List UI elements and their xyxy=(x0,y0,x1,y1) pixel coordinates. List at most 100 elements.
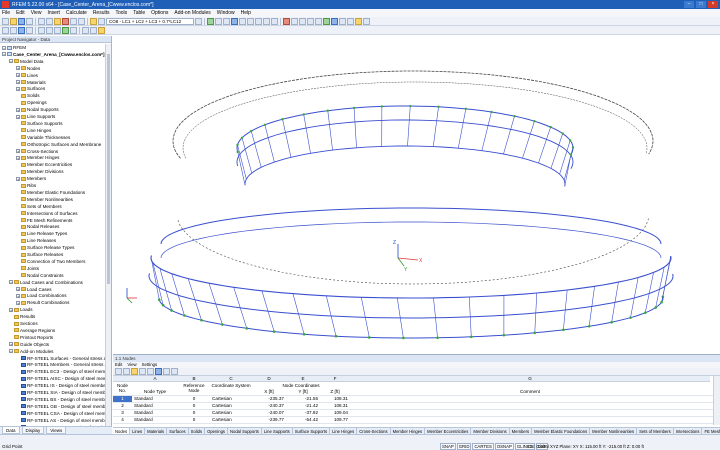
select-icon[interactable] xyxy=(291,17,298,25)
tab-views[interactable]: Views xyxy=(46,427,67,434)
table-sort-icon[interactable] xyxy=(171,368,178,375)
expand-toggle-icon[interactable]: − xyxy=(9,349,13,354)
view-y-icon[interactable] xyxy=(247,17,254,25)
table-icon[interactable] xyxy=(70,17,77,25)
table-cell-sys[interactable]: Cartesian xyxy=(212,410,252,416)
expand-toggle-icon[interactable]: + xyxy=(16,293,20,298)
table-cell-z[interactable]: 108.31 xyxy=(320,396,348,402)
expand-toggle-icon[interactable]: + xyxy=(16,66,20,71)
expand-toggle-icon[interactable]: + xyxy=(16,300,20,305)
minimize-button[interactable]: – xyxy=(684,1,694,8)
expand-toggle-icon[interactable]: + xyxy=(9,342,13,347)
expand-toggle-icon[interactable]: − xyxy=(9,280,13,285)
cartes-toggle[interactable]: CARTES xyxy=(472,443,494,450)
table-cell-ref[interactable]: 0 xyxy=(178,410,210,416)
open-folder-icon[interactable] xyxy=(10,17,17,25)
surface-icon[interactable] xyxy=(347,17,354,25)
guide-icon[interactable] xyxy=(98,26,105,34)
menu-options[interactable]: Options xyxy=(151,10,168,16)
table-pick-icon[interactable] xyxy=(131,368,138,375)
snap-toggle[interactable]: SNAP xyxy=(440,443,456,450)
measure-icon[interactable] xyxy=(38,26,45,34)
grid-toggle[interactable]: GRID xyxy=(456,443,472,450)
expand-toggle-icon[interactable]: − xyxy=(9,59,13,64)
menu-table[interactable]: Table xyxy=(133,10,145,16)
menu-edit[interactable]: Edit xyxy=(16,10,25,16)
table-cell-type[interactable]: Standard xyxy=(134,417,178,423)
table-cell-x[interactable]: -235.37 xyxy=(252,396,284,402)
expand-toggle-icon[interactable]: − xyxy=(2,52,6,57)
zoom-icon[interactable] xyxy=(78,17,85,25)
osnap-toggle[interactable]: OSNAP xyxy=(494,443,514,450)
table-cell-ref[interactable]: 0 xyxy=(178,396,210,402)
menu-file[interactable]: File xyxy=(2,10,10,16)
menu-view[interactable]: View xyxy=(31,10,42,16)
results-icon[interactable] xyxy=(62,17,69,25)
expand-toggle-icon[interactable]: + xyxy=(16,107,20,112)
copy-icon[interactable] xyxy=(18,26,25,34)
show-results-icon[interactable] xyxy=(90,17,97,25)
table-cell-y[interactable]: -37.92 xyxy=(286,410,318,416)
table-export-icon[interactable] xyxy=(155,368,162,375)
undo-icon[interactable] xyxy=(38,17,45,25)
table-cell-no[interactable]: 3 xyxy=(113,410,132,416)
node-icon[interactable] xyxy=(323,17,330,25)
expand-toggle-icon[interactable]: + xyxy=(16,287,20,292)
table-cell-no[interactable]: 4 xyxy=(113,417,132,423)
expand-toggle-icon[interactable]: − xyxy=(2,45,6,50)
print-icon[interactable] xyxy=(26,17,33,25)
member-results-icon[interactable] xyxy=(215,17,222,25)
table-undo-icon[interactable] xyxy=(115,368,122,375)
expand-toggle-icon[interactable]: + xyxy=(16,149,20,154)
table-insert-row-icon[interactable] xyxy=(139,368,146,375)
render-icon[interactable] xyxy=(271,17,278,25)
menu-calculate[interactable]: Calculate xyxy=(66,10,87,16)
table-cell-x[interactable]: -240.07 xyxy=(252,410,284,416)
grid-icon[interactable] xyxy=(82,26,89,34)
table-cell-type[interactable]: Standard xyxy=(134,410,178,416)
previous-combo-icon[interactable] xyxy=(98,17,105,25)
table-cell-no[interactable]: 1 xyxy=(113,396,132,402)
table-cell-y[interactable]: -54.42 xyxy=(286,417,318,423)
menu-results[interactable]: Results xyxy=(93,10,110,16)
table-scrollbar[interactable] xyxy=(713,376,720,425)
next-combo-icon[interactable] xyxy=(195,17,202,25)
deformation-icon[interactable] xyxy=(207,17,214,25)
select-window-icon[interactable] xyxy=(10,26,17,34)
filter-icon[interactable] xyxy=(70,26,77,34)
snap-icon[interactable] xyxy=(90,26,97,34)
table-cell-sys[interactable]: Cartesian xyxy=(212,403,252,409)
calculate-icon[interactable] xyxy=(54,17,61,25)
table-cell-z[interactable]: 109.77 xyxy=(320,417,348,423)
table-filter-icon[interactable] xyxy=(123,368,130,375)
table-cell-sys[interactable]: Cartesian xyxy=(212,396,252,402)
expand-toggle-icon[interactable]: + xyxy=(16,86,20,91)
move-icon[interactable] xyxy=(299,17,306,25)
save-icon[interactable] xyxy=(18,17,25,25)
surface-results-icon[interactable] xyxy=(223,17,230,25)
table-cell-ref[interactable]: 0 xyxy=(178,417,210,423)
table-cell-z[interactable]: 109.04 xyxy=(320,410,348,416)
visibility-icon[interactable] xyxy=(62,26,69,34)
expand-toggle-icon[interactable]: + xyxy=(16,155,20,160)
scrollbar-thumb[interactable] xyxy=(107,54,110,284)
view-z-icon[interactable] xyxy=(255,17,262,25)
table-cell-z[interactable]: 108.31 xyxy=(320,403,348,409)
table-cell-no[interactable]: 2 xyxy=(113,403,132,409)
view-iso-icon[interactable] xyxy=(231,17,238,25)
maximize-button[interactable]: □ xyxy=(696,1,706,8)
close-button[interactable]: × xyxy=(708,1,718,8)
expand-toggle-icon[interactable]: + xyxy=(9,307,13,312)
wireframe-icon[interactable] xyxy=(263,17,270,25)
tab-display[interactable]: Display xyxy=(21,427,45,434)
expand-toggle-icon[interactable]: + xyxy=(16,80,20,85)
expand-toggle-icon[interactable]: + xyxy=(16,73,20,78)
model-viewport[interactable]: X Y Z xyxy=(113,36,720,354)
redo-icon[interactable] xyxy=(46,17,53,25)
view-x-icon[interactable] xyxy=(239,17,246,25)
table-delete-row-icon[interactable] xyxy=(147,368,154,375)
structure-3d-model[interactable]: X Y Z xyxy=(113,36,720,354)
paste-icon[interactable] xyxy=(26,26,33,34)
menu-add-on-modules[interactable]: Add-on Modules xyxy=(174,10,210,16)
table-cell-y[interactable]: -21.42 xyxy=(286,403,318,409)
